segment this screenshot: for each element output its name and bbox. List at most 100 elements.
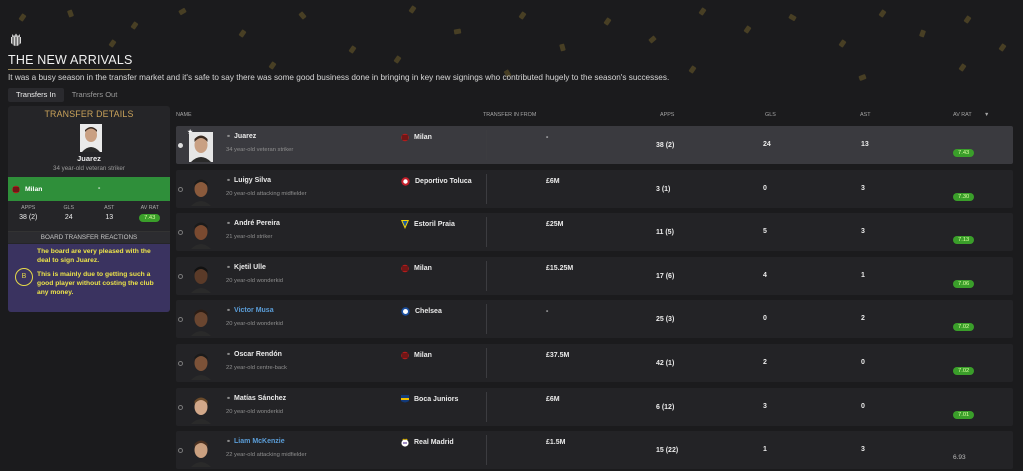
column-divider (486, 435, 487, 466)
tab-transfers-out[interactable]: Transfers Out (64, 88, 126, 102)
panel-fee: - (98, 185, 101, 192)
table-row[interactable]: ⚭ Luigy Silva 20 year-old attacking midfie… (176, 169, 1013, 208)
club-name: Chelsea (415, 308, 442, 316)
table-row[interactable]: ★⚭Juarez34 year-old veteran strikerMilan… (176, 126, 1013, 164)
page-subtitle: It was a busy season in the transfer mar… (8, 73, 670, 82)
row-select-radio[interactable] (178, 448, 183, 454)
goals-value: 0 (763, 315, 767, 323)
player-desc: 20 year-old attacking midfielder (226, 190, 307, 197)
transfer-from-club[interactable]: Milan (401, 351, 432, 360)
club-badge-icon (401, 176, 410, 186)
player-desc: 20 year-old wonderkid (226, 321, 284, 328)
player-name: Oscar Rendón (234, 350, 282, 358)
transfer-fee: £6M (546, 395, 560, 403)
transfer-from-club[interactable]: Real Madrid (401, 438, 454, 447)
row-select-radio[interactable] (178, 360, 183, 366)
club-badge-icon (401, 133, 409, 142)
row-select-radio[interactable] (178, 317, 183, 323)
row-select-radio[interactable] (178, 273, 183, 279)
assists-value: 0 (861, 358, 865, 366)
club-name: Estoril Praia (414, 221, 455, 229)
player-desc: 34 year-old veteran striker (226, 147, 294, 153)
player-silhouette-icon: ⚭ (226, 134, 232, 140)
player-desc: 21 year-old striker (226, 234, 273, 241)
assists-value: 2 (861, 315, 865, 323)
table-row[interactable]: ⚭ Oscar Rendón 22 year-old centre-back Mila… (176, 343, 1013, 382)
player-photo (189, 437, 213, 468)
stat-value-ast: 13 (105, 214, 114, 221)
col-ast[interactable]: AST (860, 112, 870, 118)
row-select-radio[interactable] (178, 404, 183, 410)
table-row[interactable]: ⚭ Victor Musa 20 year-old wonderkid Chelsea… (176, 300, 1013, 339)
player-name-link[interactable]: ⚭ Matías Sánchez (226, 395, 286, 402)
stat-header-ast: AST (104, 205, 115, 211)
player-name: Liam McKenzie (234, 438, 285, 446)
column-divider (486, 260, 487, 291)
rating-cell: 7.01 (953, 403, 975, 421)
player-name-link[interactable]: ⚭ Oscar Rendón (226, 351, 282, 358)
player-photo (189, 176, 213, 206)
club-name: Milan (414, 351, 432, 359)
goals-value: 4 (763, 271, 767, 279)
stat-value-gls: 24 (64, 214, 73, 221)
player-name-link[interactable]: ⚭ André Pereira (226, 220, 280, 227)
panel-player-desc: 34 year-old veteran striker (53, 165, 125, 172)
player-desc: 22 year-old attacking midfielder (226, 452, 307, 459)
col-name[interactable]: NAME (176, 112, 192, 118)
club-badge-icon (401, 307, 410, 317)
transfers-table: NAME TRANSFER IN FROM APPS GLS AST AV RA… (176, 106, 1013, 471)
apps-value: 42 (1) (656, 359, 675, 367)
transfer-from-club[interactable]: Milan (401, 264, 432, 273)
transfer-from-club[interactable]: Deportivo Toluca (401, 176, 472, 186)
player-silhouette-icon: ⚭ (226, 439, 232, 446)
player-name-link[interactable]: ⚭ Luigy Silva (226, 177, 271, 184)
apps-value: 25 (3) (656, 316, 675, 324)
transfer-from-club[interactable]: Estoril Praia (401, 220, 455, 230)
table-row[interactable]: ⚭ André Pereira 21 year-old striker Estoril… (176, 213, 1013, 252)
table-row[interactable]: ⚭ Matías Sánchez 20 year-old wonderkid Boca… (176, 387, 1013, 426)
club-badge-icon (401, 264, 409, 273)
apps-value: 3 (1) (656, 185, 671, 193)
apps-value: 6 (12) (656, 403, 675, 411)
player-name-link[interactable]: ⚭ Juarez (226, 133, 256, 140)
assists-value: 3 (861, 184, 865, 192)
col-av-rat[interactable]: AV RAT (953, 112, 972, 118)
goals-value: 24 (763, 141, 771, 148)
player-name-link[interactable]: ⚭ Victor Musa (226, 307, 274, 314)
apps-value: 38 (2) (656, 142, 675, 149)
transfer-tabs: Transfers In Transfers Out (8, 88, 125, 102)
player-name-link[interactable]: ⚭ Kjetil Ulle (226, 264, 266, 271)
rating-cell: 7.43 (953, 141, 975, 159)
transfer-from-club[interactable]: Chelsea (401, 307, 442, 317)
transfer-fee: £1.5M (546, 439, 566, 447)
transfer-from-club[interactable]: Boca Juniors (401, 394, 458, 404)
player-name-link[interactable]: ⚭ Liam McKenzie (226, 438, 285, 445)
column-divider (486, 173, 487, 204)
table-row[interactable]: ⚭ Liam McKenzie 22 year-old attacking midf… (176, 431, 1013, 470)
row-select-radio[interactable] (178, 230, 183, 236)
table-row[interactable]: ⚭ Kjetil Ulle 20 year-old wonderkid Milan £1… (176, 256, 1013, 295)
rating-value: 7.43 (953, 149, 975, 157)
player-photo (189, 394, 213, 424)
row-select-radio[interactable] (178, 186, 183, 192)
club-badge-icon (401, 438, 409, 447)
stat-header-gls: GLS (63, 205, 75, 211)
tab-transfers-in[interactable]: Transfers In (8, 88, 64, 102)
column-divider (486, 217, 487, 248)
row-select-radio[interactable] (178, 143, 183, 148)
rating-cell: 7.02 (953, 315, 975, 333)
player-photo (189, 306, 213, 337)
reactions-heading: BOARD TRANSFER REACTIONS (8, 231, 170, 243)
panel-player-name: Juarez (77, 154, 101, 163)
sort-desc-icon[interactable]: ▼ (984, 112, 989, 118)
transfer-from-club[interactable]: Milan (401, 133, 432, 142)
rating-value: 7.01 (953, 410, 975, 419)
col-transfer-from[interactable]: TRANSFER IN FROM (483, 112, 536, 118)
assists-value: 13 (861, 141, 869, 148)
player-name: Juarez (234, 133, 257, 140)
col-apps[interactable]: APPS (660, 112, 674, 118)
club-badge-icon (401, 394, 409, 404)
col-gls[interactable]: GLS (765, 112, 776, 118)
rating-cell: 7.30 (953, 185, 975, 203)
apps-value: 11 (5) (656, 229, 674, 237)
